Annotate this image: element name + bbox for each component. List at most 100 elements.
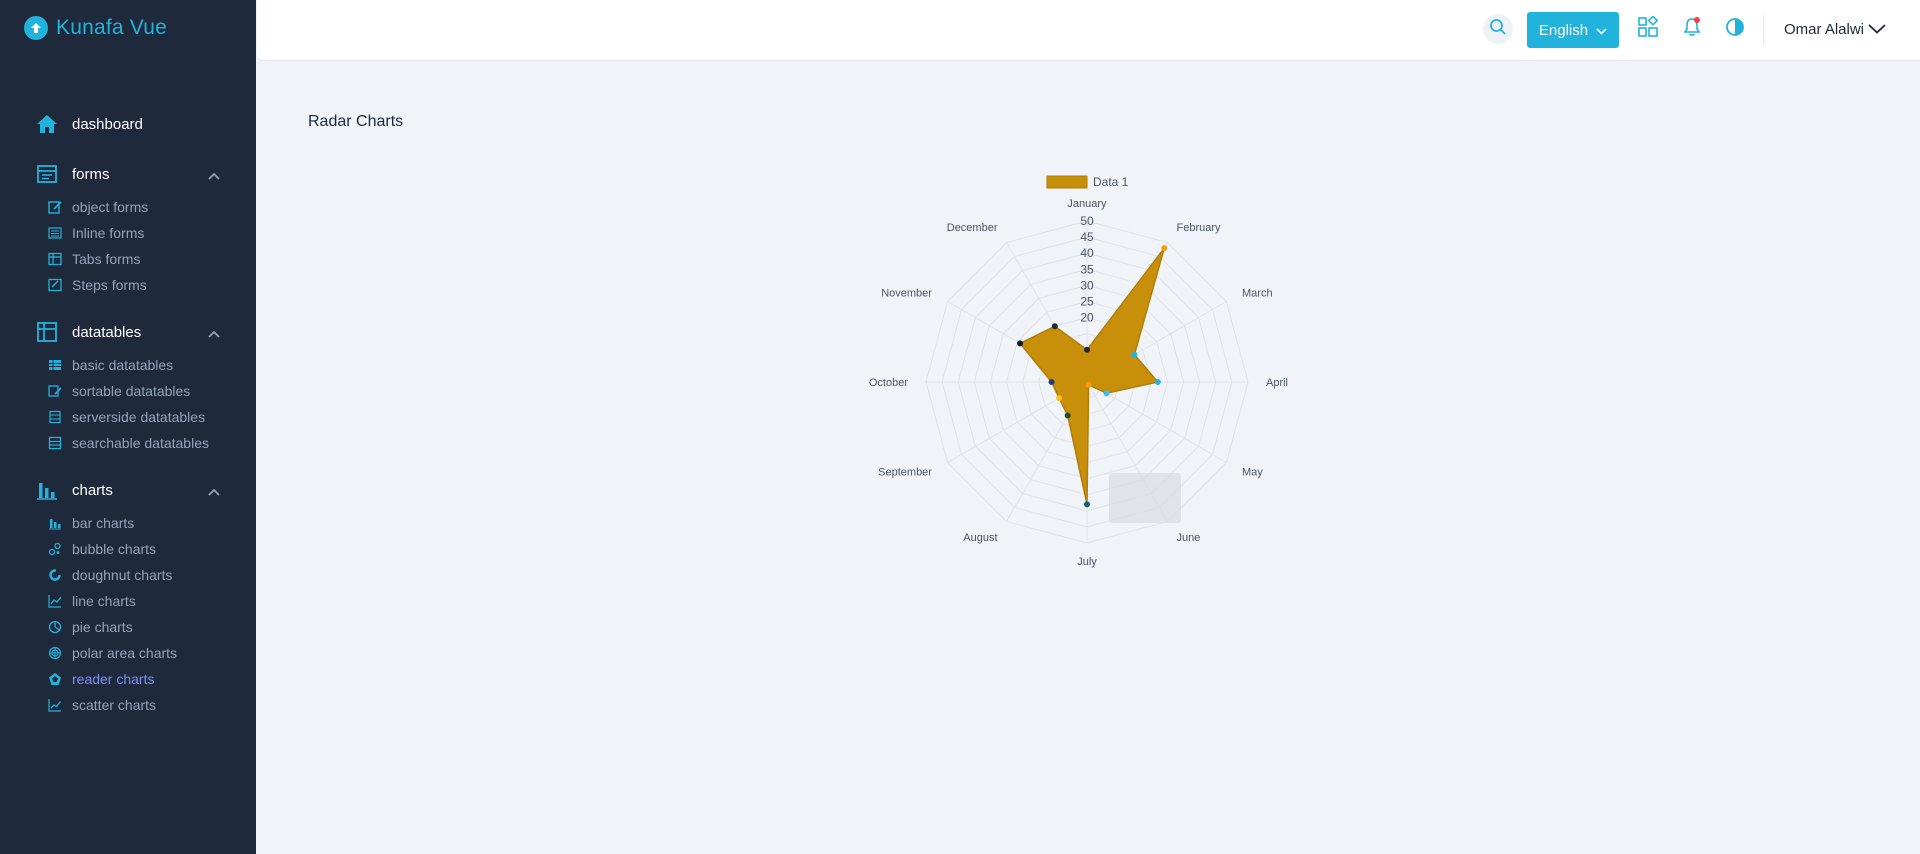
radar-data-point <box>1048 379 1055 385</box>
sidebar-item-label: pie charts <box>72 619 133 635</box>
sidebar-item-charts[interactable]: charts <box>0 474 256 506</box>
table-search-icon <box>48 436 62 450</box>
language-label: English <box>1538 21 1589 39</box>
bar-chart-icon <box>48 516 62 530</box>
radar-category-label: October <box>869 377 908 389</box>
server-icon <box>48 410 62 424</box>
sidebar-item-label: Inline forms <box>72 225 145 241</box>
radar-category-label: June <box>1177 532 1201 544</box>
tooltip-box <box>1109 473 1181 523</box>
arrow-up-circle-icon <box>24 16 48 40</box>
radar-category-label: February <box>1177 222 1222 234</box>
sidebar-item-label: sortable datatables <box>72 383 191 399</box>
radar-data-point <box>1051 323 1058 330</box>
top-header: English Omar Alalwi <box>257 0 1920 61</box>
radar-data-point <box>1131 351 1138 358</box>
legend-label: Data 1 <box>1093 175 1129 189</box>
sidebar-item-steps-forms[interactable]: Steps forms <box>0 272 256 298</box>
tabs-icon <box>48 252 62 266</box>
radar-chart-icon <box>48 672 62 686</box>
sidebar-item-label: doughnut charts <box>72 567 173 583</box>
sidebar-item-label: reader charts <box>72 671 155 687</box>
sidebar-item-dashboard[interactable]: dashboard <box>0 108 256 140</box>
sidebar-item-label: bar charts <box>72 515 135 531</box>
radar-data-point <box>1084 346 1090 353</box>
chevron-down-icon <box>1868 21 1886 38</box>
radar-category-label: July <box>1077 556 1097 568</box>
sidebar-item-doughnut-charts[interactable]: doughnut charts <box>0 562 256 588</box>
radar-category-label: September <box>878 467 932 479</box>
steps-icon <box>48 278 62 292</box>
app-title: Kunafa Vue <box>56 16 167 39</box>
radar-chart: 20 25 30 35 40 45 50 January February March April M… <box>869 175 1288 568</box>
home-icon <box>36 113 58 135</box>
sidebar-item-scatter-charts[interactable]: scatter charts <box>0 692 256 718</box>
sidebar-item-label: Steps forms <box>72 277 147 293</box>
sidebar-item-polar-area-charts[interactable]: polar area charts <box>0 640 256 666</box>
chevron-up-icon[interactable] <box>208 483 220 501</box>
sidebar-item-inline-forms[interactable]: Inline forms <box>0 220 256 246</box>
user-name: Omar Alalwi <box>1784 21 1865 38</box>
bar-chart-icon <box>36 479 58 501</box>
radar-tick-label: 25 <box>1080 295 1094 309</box>
sidebar-item-forms[interactable]: forms <box>0 158 256 190</box>
radar-category-label: March <box>1242 288 1273 300</box>
chevron-up-icon[interactable] <box>208 167 220 185</box>
radar-data-point <box>1161 245 1168 252</box>
sidebar-item-pie-charts[interactable]: pie charts <box>0 614 256 640</box>
radar-data-point <box>1017 340 1024 347</box>
sidebar-item-sortable-datatables[interactable]: sortable datatables <box>0 378 256 404</box>
radar-tick-label: 50 <box>1080 214 1094 228</box>
sidebar-item-datatables[interactable]: datatables <box>0 316 256 348</box>
radar-category-label: December <box>947 222 998 234</box>
pie-chart-icon <box>48 620 62 634</box>
chevron-up-icon[interactable] <box>208 325 220 343</box>
line-chart-icon <box>48 594 62 608</box>
sidebar-item-label: searchable datatables <box>72 435 209 451</box>
notifications-button[interactable] <box>1677 14 1707 44</box>
language-dropdown[interactable]: English <box>1527 12 1619 48</box>
polar-chart-icon <box>48 646 62 660</box>
radar-data-point <box>1154 379 1161 385</box>
sidebar-item-tabs-forms[interactable]: Tabs forms <box>0 246 256 272</box>
sidebar-item-bar-charts[interactable]: bar charts <box>0 510 256 536</box>
sidebar-item-serverside-datatables[interactable]: serverside datatables <box>0 404 256 430</box>
sidebar-item-bubble-charts[interactable]: bubble charts <box>0 536 256 562</box>
sidebar-item-basic-datatables[interactable]: basic datatables <box>0 352 256 378</box>
sidebar-item-label: basic datatables <box>72 357 174 373</box>
radar-data-point <box>1084 501 1090 508</box>
sidebar-item-label: serverside datatables <box>72 409 206 425</box>
sidebar-item-object-forms[interactable]: object forms <box>0 194 256 220</box>
sidebar-item-label: bubble charts <box>72 541 157 557</box>
sidebar-group-forms: forms object forms Inline forms Tabs for… <box>0 158 256 298</box>
sidebar-item-label: object forms <box>72 199 149 215</box>
sidebar-item-label: forms <box>72 165 110 183</box>
radar-data-point <box>1103 390 1110 397</box>
sort-icon <box>48 384 62 398</box>
brand[interactable]: Kunafa Vue <box>24 16 167 40</box>
sidebar-group-charts: charts bar charts bubble charts doughnut… <box>0 474 256 718</box>
search-button[interactable] <box>1483 14 1513 44</box>
radar-category-label: January <box>1067 198 1107 210</box>
radar-tick-label: 20 <box>1080 311 1094 325</box>
radar-data-point <box>1085 381 1092 388</box>
sidebar-nav: dashboard forms object forms Inline form… <box>0 108 256 718</box>
form-icon <box>36 163 58 185</box>
sidebar-item-line-charts[interactable]: line charts <box>0 588 256 614</box>
sidebar-item-searchable-datatables[interactable]: searchable datatables <box>0 430 256 456</box>
radar-data-point <box>1056 395 1063 402</box>
radar-category-label: May <box>1242 467 1263 479</box>
user-menu[interactable]: Omar Alalwi <box>1784 21 1886 38</box>
edit-icon <box>48 200 62 214</box>
apps-button[interactable] <box>1633 14 1663 44</box>
page-title: Radar Charts <box>308 113 404 130</box>
doughnut-chart-icon <box>48 568 62 582</box>
radar-category-label: November <box>881 288 932 300</box>
theme-toggle-button[interactable] <box>1720 14 1750 44</box>
radar-category-label: April <box>1266 377 1288 389</box>
sidebar-item-label: charts <box>72 481 113 499</box>
sidebar-item-reader-charts[interactable]: reader charts <box>0 666 256 692</box>
radar-data-point <box>1064 412 1071 419</box>
chevron-down-icon <box>1596 22 1607 39</box>
sidebar-item-label: scatter charts <box>72 697 157 713</box>
